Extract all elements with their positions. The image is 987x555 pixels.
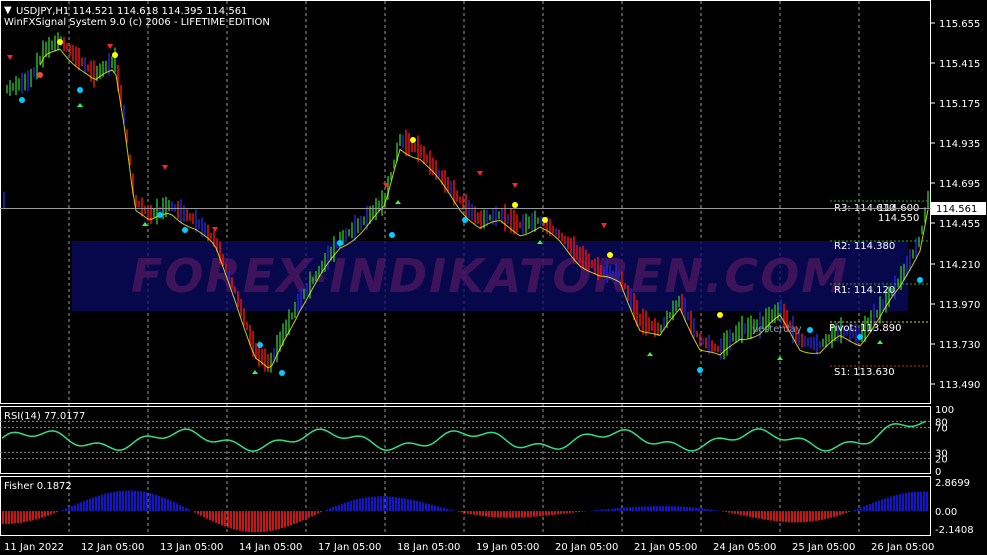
price-label-4: 114.695: [939, 179, 980, 190]
fisher-panel: [0, 476, 931, 536]
time-label-3: 14 Jan 05:00: [239, 542, 302, 553]
time-label-0: 11 Jan 2022: [4, 542, 64, 553]
symbol-line: USDJPY,H1 114.521 114.618 114.395 114.56…: [16, 6, 247, 17]
price-label-0: 115.655: [939, 19, 980, 30]
time-label-5: 18 Jan 05:00: [397, 542, 460, 553]
signal-dot-11: [410, 137, 416, 143]
price-label-3: 114.935: [939, 139, 980, 150]
time-label-8: 21 Jan 05:00: [634, 542, 697, 553]
price-label-6: 114.210: [939, 260, 980, 271]
signal-dot-2: [57, 39, 63, 45]
rsi-axis-label-2: 70: [935, 424, 948, 435]
time-axis[interactable]: 11 Jan 2022 12 Jan 05:00 13 Jan 05:00 14 Ja…: [4, 542, 934, 553]
time-label-6: 19 Jan 05:00: [476, 542, 539, 553]
watermark-band: FOREX-INDIKATOREN.COM: [72, 241, 908, 311]
signal-dot-7: [257, 342, 263, 348]
fisher-label: Fisher 0.1872: [4, 481, 72, 492]
time-label-2: 13 Jan 05:00: [160, 542, 223, 553]
signal-dot-4: [112, 52, 118, 58]
fisher-axis-label-1: 0.00: [935, 507, 957, 518]
indicator-title: WinFXSignal System 9.0 (c) 2006 - LIFETI…: [4, 17, 270, 28]
signal-dot-1: [37, 72, 43, 78]
price-label-7: 113.970: [939, 300, 980, 311]
rsi-axis-label-4: 20: [935, 455, 948, 466]
price-label-8: 113.730: [939, 340, 980, 351]
signal-dot-20: [917, 277, 923, 283]
price-label-1: 115.415: [939, 59, 980, 70]
yesterday-label: yesterday: [752, 324, 802, 335]
rsi-axis-label-0: 100: [935, 405, 954, 416]
time-label-1: 12 Jan 05:00: [81, 542, 144, 553]
r2-label: R2: 114.380: [834, 241, 895, 252]
price-label-5: 114.455: [939, 219, 980, 230]
signal-dot-0: [19, 97, 25, 103]
time-label-7: 20 Jan 05:00: [555, 542, 618, 553]
signal-dot-13: [512, 202, 518, 208]
time-label-11: 26 Jan 05:00: [871, 542, 934, 553]
rsi-axis: 100807030200: [935, 405, 954, 478]
signal-dot-6: [182, 227, 188, 233]
time-label-9: 24 Jan 05:00: [713, 542, 776, 553]
signal-dot-9: [337, 240, 343, 246]
signal-dot-14: [542, 217, 548, 223]
signal-dot-19: [857, 334, 863, 340]
price-label-9: 113.490: [939, 380, 980, 391]
r3-overlap-b: 114.550: [878, 213, 919, 224]
trading-chart[interactable]: FOREX-INDIKATOREN.COM ▼ USDJPY,H1 114.52…: [0, 0, 987, 555]
time-label-4: 17 Jan 05:00: [318, 542, 381, 553]
fisher-axis-label-2: -2.1408: [935, 525, 974, 536]
signal-dot-5: [157, 212, 163, 218]
signal-dot-8: [279, 370, 285, 376]
signal-dot-3: [77, 87, 83, 93]
rsi-axis-label-5: 0: [935, 467, 941, 478]
rsi-panel: [0, 406, 931, 474]
fisher-axis: 2.8699 0.00 -2.1408: [935, 478, 974, 536]
signal-dot-18: [807, 327, 813, 333]
signal-dot-15: [607, 252, 613, 258]
s1-label: S1: 113.630: [834, 367, 895, 378]
current-price-text: 114.561: [936, 204, 977, 215]
signal-dot-10: [389, 232, 395, 238]
time-label-10: 25 Jan 05:00: [792, 542, 855, 553]
r1-label: R1: 114.120: [834, 285, 895, 296]
fisher-axis-label-0: 2.8699: [935, 478, 970, 489]
signal-dot-17: [717, 312, 723, 318]
signal-dot-16: [697, 367, 703, 373]
price-label-2: 115.175: [939, 99, 980, 110]
rsi-label: RSI(14) 77.0177: [4, 411, 85, 422]
chart-symbol-caret-icon: ▼: [4, 5, 12, 16]
signal-dot-12: [462, 217, 468, 223]
pivot-label: Pivot: 113.890: [829, 323, 901, 334]
